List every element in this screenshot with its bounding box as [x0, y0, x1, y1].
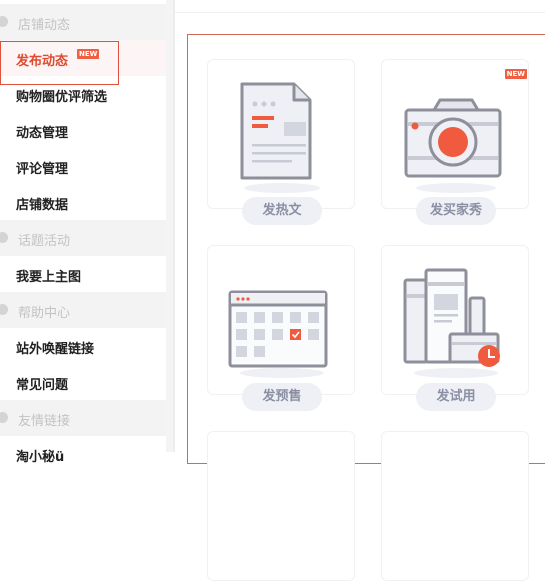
sidebar-group-help-center: 帮助中心 — [0, 292, 166, 328]
content-panel: 发热文 NEW 发买家秀 发预售 发试用 — [187, 34, 545, 581]
sidebar-divider — [166, 0, 173, 452]
sidebar-item-label: 常见问题 — [16, 378, 69, 393]
group-icon — [0, 232, 8, 243]
sidebar-group-label: 帮助中心 — [18, 306, 71, 321]
sidebar-group-topic-activity: 话题活动 — [0, 220, 166, 256]
sidebar-item-comment-management[interactable]: 评论管理 — [0, 148, 166, 184]
group-icon — [0, 16, 8, 27]
new-badge: NEW — [504, 69, 527, 79]
card-label: 发热文 — [242, 197, 322, 225]
card-partial[interactable] — [381, 431, 529, 581]
sidebar-divider-line — [173, 0, 175, 452]
sidebar-group-friend-links: 友情链接 — [0, 400, 166, 436]
sidebar-item-external-link[interactable]: 站外唤醒链接 — [0, 328, 166, 364]
card-buyer-show[interactable]: NEW 发买家秀 — [381, 59, 529, 225]
card-presale[interactable]: 发预售 — [207, 245, 355, 411]
card-label: 发试用 — [416, 383, 496, 411]
sidebar-item-main-image[interactable]: 我要上主图 — [0, 256, 166, 292]
card-hot-article[interactable]: 发热文 — [207, 59, 355, 225]
products-clock-icon — [403, 268, 500, 378]
sidebar-item-label: 动态管理 — [16, 126, 69, 141]
card-trial[interactable]: 发试用 — [381, 245, 529, 411]
group-icon — [0, 412, 8, 423]
card-label: 发买家秀 — [416, 197, 496, 225]
sidebar-item-publish-dynamic[interactable]: 发布动态 NEW — [0, 40, 166, 85]
sidebar-item-label: 我要上主图 — [16, 270, 82, 285]
camera-icon — [404, 98, 502, 193]
sidebar-item-taoxiaomi[interactable]: 淘小秘ü — [0, 436, 166, 472]
sidebar-item-label: 评论管理 — [16, 162, 69, 177]
sidebar-item-label: 购物圈优评筛选 — [16, 90, 108, 105]
sidebar-item-label: 店铺数据 — [16, 198, 69, 213]
sidebar-group-label: 友情链接 — [18, 414, 71, 429]
document-icon — [240, 82, 320, 193]
card-label: 发预售 — [242, 383, 322, 411]
sidebar-item-dynamic-management[interactable]: 动态管理 — [0, 112, 166, 148]
card-partial[interactable] — [207, 431, 355, 581]
sidebar-group-label: 话题活动 — [18, 234, 71, 249]
sidebar-item-label: 站外唤醒链接 — [16, 342, 95, 357]
sidebar-group-store-dynamics: 店铺动态 — [0, 4, 166, 40]
sidebar-item-review-filter[interactable]: 购物圈优评筛选 — [0, 76, 166, 112]
sidebar: 店铺动态 发布动态 NEW 购物圈优评筛选 动态管理 评论管理 店铺数据 话题活… — [0, 0, 166, 465]
sidebar-group-label: 店铺动态 — [18, 18, 71, 33]
sidebar-item-store-data[interactable]: 店铺数据 — [0, 184, 166, 220]
calendar-icon — [228, 290, 328, 378]
sidebar-item-faq[interactable]: 常见问题 — [0, 364, 166, 400]
sidebar-item-label: 淘小秘ü — [16, 450, 65, 465]
group-icon — [0, 304, 8, 315]
top-divider — [175, 12, 545, 13]
